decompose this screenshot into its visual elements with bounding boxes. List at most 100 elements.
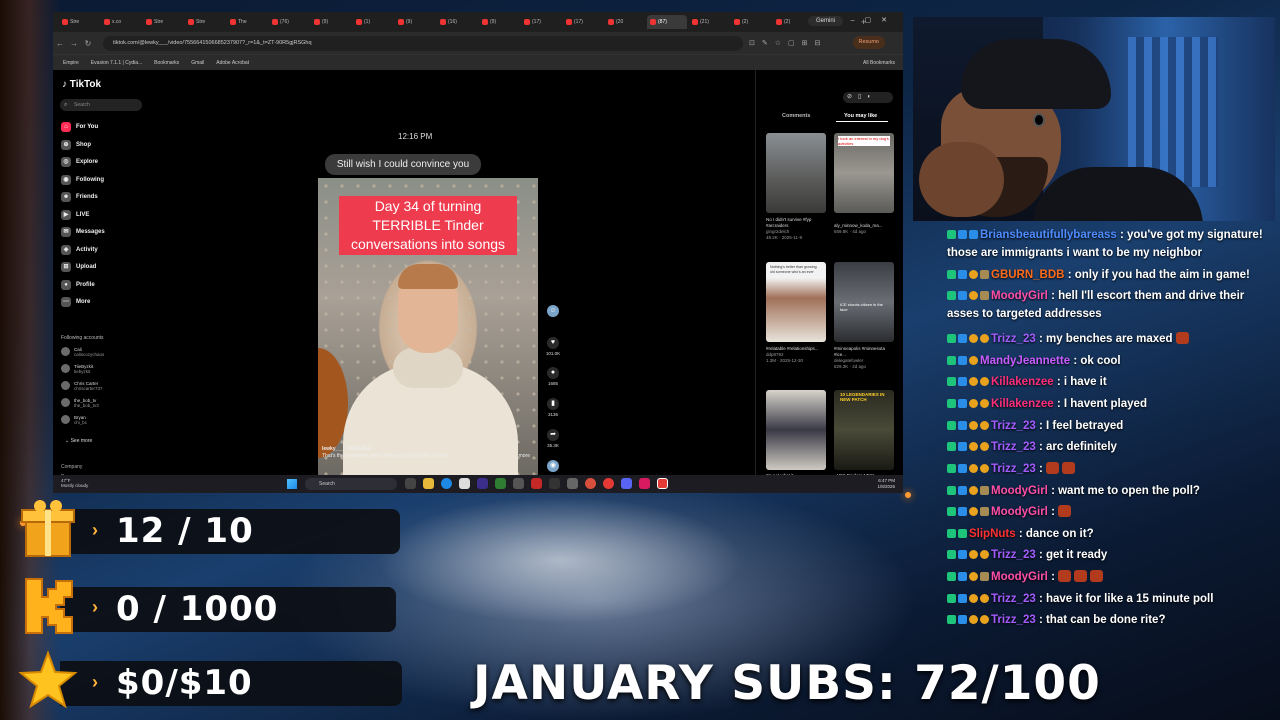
- browser-tab[interactable]: (76): [269, 15, 309, 29]
- app-icon[interactable]: [549, 478, 560, 489]
- chat-username[interactable]: MoodyGirl: [991, 485, 1048, 497]
- video-player[interactable]: Day 34 of turning TERRIBLE Tinder conver…: [318, 178, 538, 475]
- sidebar-item-messages[interactable]: ✉ Messages: [61, 225, 146, 239]
- creator-avatar[interactable]: ☺: [545, 305, 561, 319]
- gemini-button[interactable]: Gemini: [807, 16, 843, 26]
- following-account[interactable]: the_bob_tv the_bob_tv3: [61, 397, 151, 408]
- discord-icon[interactable]: [621, 478, 632, 489]
- chat-username[interactable]: GBURN_BDB: [991, 269, 1064, 281]
- app-icon[interactable]: [531, 478, 542, 489]
- suggestion-thumbnail[interactable]: I took an interest in my dog's activitie…: [834, 133, 894, 213]
- chat-username[interactable]: Trizz_23: [991, 614, 1036, 626]
- browser-tab[interactable]: (1): [353, 15, 393, 29]
- chat-username[interactable]: MoodyGirl: [991, 506, 1048, 518]
- following-account[interactable]: TiieByzkit tiebyzkit: [61, 363, 151, 374]
- panel-top-icons[interactable]: ⊘▯◐: [843, 92, 893, 103]
- settings-icon[interactable]: [567, 478, 578, 489]
- browser-tab[interactable]: Stre: [143, 15, 183, 29]
- edge-icon[interactable]: [441, 478, 452, 489]
- file-explorer-icon[interactable]: [423, 478, 434, 489]
- browser-toolbar-icons[interactable]: ⊡✎☆▢⊞⊟: [749, 39, 827, 47]
- store-icon[interactable]: [459, 478, 470, 489]
- chat-username[interactable]: Trizz_23: [991, 593, 1036, 605]
- chat-username[interactable]: Trizz_23: [991, 549, 1036, 561]
- browser-tab[interactable]: (2): [773, 15, 813, 29]
- share-action[interactable]: ➦ 35.3K: [545, 429, 561, 448]
- chat-username[interactable]: MoodyGirl: [991, 290, 1048, 302]
- browser-tab[interactable]: (9): [395, 15, 435, 29]
- tab-you-may-like[interactable]: You may like: [844, 113, 877, 119]
- sidebar-item-live[interactable]: ▶ LIVE: [61, 208, 146, 222]
- weather-widget[interactable]: 47°F Mostly cloudy: [61, 478, 88, 488]
- chrome-icon[interactable]: [585, 478, 596, 489]
- sidebar-item-friends[interactable]: ☻ Friends: [61, 190, 146, 204]
- sidebar-item-activity[interactable]: ◈ Activity: [61, 243, 146, 257]
- bookmark-item[interactable]: Bookmarks: [154, 60, 179, 66]
- forward-icon[interactable]: →: [67, 39, 81, 48]
- obs-recording-icon[interactable]: [657, 478, 668, 489]
- footer-company[interactable]: Company: [61, 462, 82, 472]
- tiktok-logo[interactable]: ♪ TikTok: [62, 79, 101, 90]
- browser-tab[interactable]: (20: [605, 15, 645, 29]
- taskbar-clock[interactable]: 6:47 PM 1/8/2026: [877, 478, 895, 490]
- sidebar-item-home[interactable]: ⌂ For You: [61, 120, 146, 134]
- reload-icon[interactable]: ↻: [81, 39, 95, 48]
- app-icon[interactable]: [603, 478, 614, 489]
- sidebar-item-explore[interactable]: ◎ Explore: [61, 155, 146, 169]
- save-action[interactable]: ▮ 3136: [545, 398, 561, 417]
- following-account[interactable]: Cali caliscozychaos: [61, 346, 151, 357]
- browser-tab[interactable]: (2): [731, 15, 771, 29]
- browser-tab[interactable]: Stre: [185, 15, 225, 29]
- url-field[interactable]: tiktok.com/@lewky___/video/7556641506685…: [103, 35, 743, 51]
- sidebar-item-shop[interactable]: ⊕ Shop: [61, 138, 146, 152]
- browser-tab[interactable]: (16): [437, 15, 477, 29]
- chat-username[interactable]: Trizz_23: [991, 420, 1036, 432]
- chat-username[interactable]: MoodyGirl: [991, 571, 1048, 583]
- tiktok-search-input[interactable]: ⌕ Search: [60, 99, 142, 111]
- bookmark-item[interactable]: Evasion 7.1.1 | Cydia...: [91, 60, 142, 66]
- resume-button[interactable]: Resumo: [852, 36, 885, 49]
- window-controls[interactable]: –▢✕: [851, 16, 897, 24]
- browser-tab[interactable]: (21): [689, 15, 729, 29]
- suggestion-thumbnail[interactable]: [766, 390, 826, 470]
- app-icon[interactable]: [513, 478, 524, 489]
- windows-start-icon[interactable]: [287, 479, 297, 489]
- taskbar-search[interactable]: Search: [305, 478, 397, 490]
- sidebar-item-more[interactable]: ⋯ More: [61, 295, 146, 309]
- browser-tab[interactable]: The: [227, 15, 267, 29]
- browser-tab[interactable]: (9): [311, 15, 351, 29]
- sidebar-item-upload[interactable]: ⊞ Upload: [61, 260, 146, 274]
- tab-comments[interactable]: Comments: [782, 113, 810, 119]
- following-account[interactable]: Bryan chi_bc: [61, 414, 151, 425]
- chat-username[interactable]: Killakenzee: [991, 398, 1054, 410]
- chat-username[interactable]: Trizz_23: [991, 333, 1036, 345]
- music-disc[interactable]: ◉: [545, 460, 561, 474]
- bookmark-item[interactable]: Empire: [63, 60, 79, 66]
- chat-username[interactable]: SlipNuts: [969, 528, 1016, 540]
- suggestion-thumbnail[interactable]: 10 LEGENDARIES IN NEW PATCH: [834, 390, 894, 470]
- chat-username[interactable]: Killakenzee: [991, 376, 1054, 388]
- like-action[interactable]: ♥ 101.0K: [545, 337, 561, 356]
- bookmark-item[interactable]: Gmail: [191, 60, 204, 66]
- browser-tab[interactable]: (17): [521, 15, 561, 29]
- sidebar-item-profile[interactable]: ● Profile: [61, 278, 146, 292]
- browser-tab[interactable]: Stre: [59, 15, 99, 29]
- chat-username[interactable]: Briansbeautifullybareass: [980, 229, 1117, 241]
- back-icon[interactable]: ←: [53, 39, 67, 48]
- bookmark-item[interactable]: Adobe Acrobat: [216, 60, 249, 66]
- task-view-icon[interactable]: [405, 478, 416, 489]
- suggestion-thumbnail[interactable]: ICE shoots citizen in the face: [834, 262, 894, 342]
- see-more-link[interactable]: ⌄ See more: [65, 438, 92, 444]
- video-author[interactable]: lewky___ · 2025-10-2: [322, 446, 534, 453]
- browser-tab[interactable]: x.co: [101, 15, 141, 29]
- suggestion-thumbnail[interactable]: [766, 133, 826, 213]
- premiere-icon[interactable]: [477, 478, 488, 489]
- suggestion-thumbnail[interactable]: Nothing's better than growing old someon…: [766, 262, 826, 342]
- browser-tab[interactable]: (17): [563, 15, 603, 29]
- sidebar-item-following[interactable]: ◉ Following: [61, 173, 146, 187]
- chat-username[interactable]: Trizz_23: [991, 441, 1036, 453]
- following-account[interactable]: Chris Carter chriscarter737: [61, 380, 151, 391]
- chat-username[interactable]: Trizz_23: [991, 463, 1036, 475]
- comment-action[interactable]: ● 1685: [545, 367, 561, 386]
- all-bookmarks[interactable]: All Bookmarks: [863, 60, 895, 66]
